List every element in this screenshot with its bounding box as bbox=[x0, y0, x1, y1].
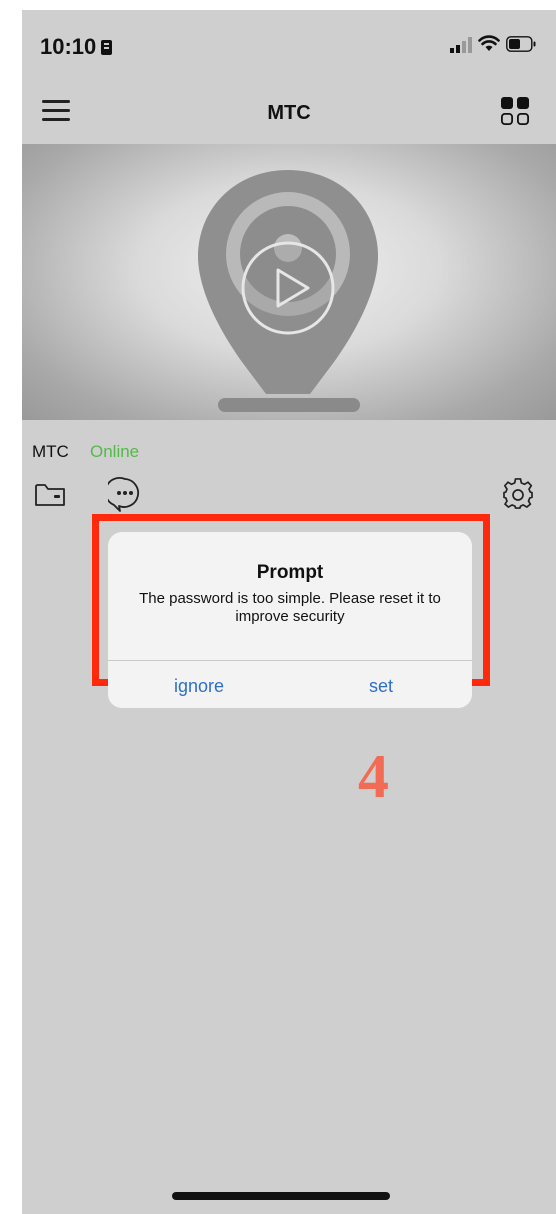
battery-icon bbox=[506, 36, 536, 52]
page-title: MTC bbox=[267, 102, 311, 124]
ignore-button[interactable]: ignore bbox=[108, 661, 290, 708]
password-prompt-dialog: Prompt The password is too simple. Pleas… bbox=[108, 532, 472, 708]
video-preview[interactable] bbox=[22, 144, 556, 420]
status-time: 10:10 bbox=[40, 34, 113, 60]
id-card-icon bbox=[101, 40, 113, 55]
wifi-icon bbox=[478, 35, 500, 51]
device-status-label: Online bbox=[90, 442, 140, 461]
settings-icon[interactable] bbox=[502, 478, 534, 510]
app-screen: 10:10 MTC MTC Online Prompt The password… bbox=[22, 10, 556, 1214]
play-icon[interactable] bbox=[240, 240, 336, 336]
dialog-message: The password is too simple. Please reset… bbox=[139, 590, 441, 625]
status-bar: 10:10 bbox=[22, 10, 556, 80]
device-name: MTC bbox=[32, 442, 69, 461]
dialog-button-row: ignore set bbox=[108, 661, 472, 708]
cellular-signal-icon bbox=[450, 37, 472, 53]
grid-view-icon[interactable] bbox=[500, 96, 530, 126]
dialog-title: Prompt bbox=[256, 562, 324, 583]
step-number-label: 4 bbox=[358, 743, 389, 811]
home-indicator[interactable] bbox=[172, 1192, 390, 1200]
chat-icon[interactable] bbox=[108, 476, 142, 512]
navigation-bar: MTC bbox=[22, 84, 556, 144]
folder-icon[interactable] bbox=[34, 482, 66, 508]
set-password-button[interactable]: set bbox=[290, 661, 472, 708]
status-time-label: 10:10 bbox=[40, 34, 97, 59]
